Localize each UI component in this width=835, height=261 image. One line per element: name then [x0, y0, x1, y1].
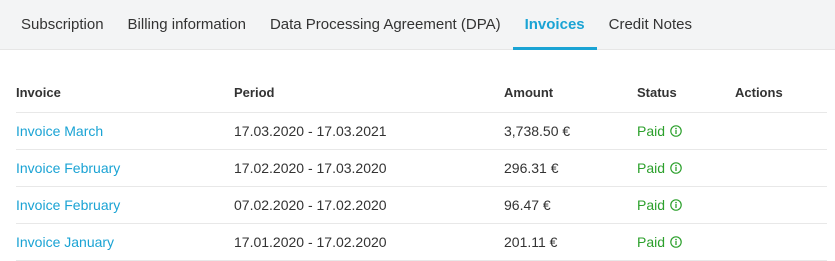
table-header-row: Invoice Period Amount Status Actions: [16, 73, 827, 113]
column-header-invoice: Invoice: [16, 85, 61, 100]
amount-cell: 96.47 €: [504, 197, 551, 213]
info-circle-icon[interactable]: [670, 236, 682, 248]
invoice-link[interactable]: Invoice March: [16, 123, 103, 139]
tab-data-processing-agreement[interactable]: Data Processing Agreement (DPA): [258, 0, 513, 49]
period-cell: 17.01.2020 - 17.02.2020: [234, 234, 387, 250]
tab-billing-information[interactable]: Billing information: [116, 0, 258, 49]
info-circle-icon[interactable]: [670, 125, 682, 137]
status-paid: Paid: [637, 234, 666, 250]
period-cell: 07.02.2020 - 17.02.2020: [234, 197, 387, 213]
column-header-amount: Amount: [504, 85, 554, 100]
table-row: Invoice February 07.02.2020 - 17.02.2020…: [16, 187, 827, 224]
table-row: Invoice February 17.02.2020 - 17.03.2020…: [16, 150, 827, 187]
info-circle-icon[interactable]: [670, 199, 682, 211]
invoice-link[interactable]: Invoice January: [16, 234, 114, 250]
column-header-actions: Actions: [735, 85, 783, 100]
column-header-period: Period: [234, 85, 275, 100]
status-paid: Paid: [637, 160, 666, 176]
table-row: Invoice March 17.03.2020 - 17.03.2021 3,…: [16, 113, 827, 150]
table-row: Invoice January 17.01.2020 - 17.02.2020 …: [16, 224, 827, 261]
status-paid: Paid: [637, 197, 666, 213]
invoices-table: Invoice Period Amount Status Actions Inv…: [16, 73, 827, 261]
column-header-status: Status: [637, 85, 677, 100]
amount-cell: 296.31 €: [504, 160, 559, 176]
tab-invoices[interactable]: Invoices: [512, 0, 597, 50]
period-cell: 17.02.2020 - 17.03.2020: [234, 160, 387, 176]
tab-subscription[interactable]: Subscription: [9, 0, 116, 49]
invoice-link[interactable]: Invoice February: [16, 160, 120, 176]
amount-cell: 3,738.50 €: [504, 123, 571, 139]
tab-credit-notes[interactable]: Credit Notes: [597, 0, 704, 49]
info-circle-icon[interactable]: [670, 162, 682, 174]
invoice-link[interactable]: Invoice February: [16, 197, 120, 213]
amount-cell: 201.11 €: [504, 234, 558, 250]
status-paid: Paid: [637, 123, 666, 139]
tab-bar: Subscription Billing information Data Pr…: [0, 0, 835, 50]
period-cell: 17.03.2020 - 17.03.2021: [234, 123, 387, 139]
